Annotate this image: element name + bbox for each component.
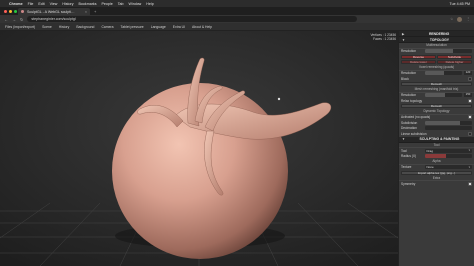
subdivide-button[interactable]: Subdivide <box>437 55 472 59</box>
subdivision-slider-fill <box>425 120 461 125</box>
voxel-resolution-slider-fill <box>425 71 444 76</box>
manifold-resolution-value[interactable]: 150 <box>464 93 472 98</box>
app-menu-tablet[interactable]: Tablet pressure <box>121 25 144 29</box>
app-menu-bar: Files (import/export) Scene History Back… <box>0 23 474 31</box>
linear-label: Linear subdivision <box>401 131 427 136</box>
resolution-label: Resolution <box>401 49 417 54</box>
back-icon[interactable]: ← <box>4 17 8 22</box>
block-label: Block <box>401 76 409 81</box>
app-menu-about[interactable]: About & Help <box>192 25 212 29</box>
voxel-resolution-slider[interactable] <box>425 71 462 76</box>
voxel-resolution-value[interactable]: 120 <box>464 71 472 76</box>
subdivision-slider[interactable] <box>425 120 472 125</box>
tool-select[interactable]: Drag ▼ <box>425 149 472 153</box>
manifold-remesh-button[interactable]: Remesh <box>401 104 472 108</box>
browser-tab[interactable]: SculptGL - A WebGL sculpti… × <box>18 8 90 15</box>
menu-file[interactable]: File <box>28 2 34 6</box>
decimation-label: Decimation <box>401 126 417 131</box>
subdivision-label: Subdivision <box>401 120 418 125</box>
expand-arrow-icon: ▼ <box>402 137 405 141</box>
menu-history[interactable]: History <box>62 2 73 6</box>
linear-checkbox[interactable] <box>468 131 472 136</box>
radius-slider-fill <box>425 154 447 159</box>
close-window-icon[interactable] <box>4 9 7 13</box>
import-alpha-button[interactable]: Import alpha tex (jpg, png...) <box>401 171 472 175</box>
menu-app-name[interactable]: Chrome <box>9 2 23 6</box>
profile-avatar[interactable] <box>457 16 463 22</box>
multires-buttons: Reverse Subdivide <box>399 54 474 60</box>
app-menu-scene[interactable]: Scene <box>42 25 52 29</box>
activated-label: Activated (no quads) <box>401 115 431 120</box>
decimation-slider[interactable] <box>425 126 472 131</box>
app-menu-files[interactable]: Files (import/export) <box>5 25 35 29</box>
symmetry-label: Symmetry <box>401 181 416 186</box>
expand-arrow-icon: ▼ <box>402 37 405 42</box>
manifold-resolution-slider[interactable] <box>425 93 462 98</box>
browser-tab-bar: SculptGL - A WebGL sculpti… × + <box>0 7 474 15</box>
app-menu-camera[interactable]: Camera <box>101 25 113 29</box>
browser-menu-icon[interactable]: ⋮ <box>466 17 470 22</box>
reverse-button[interactable]: Reverse <box>401 55 436 59</box>
menu-people[interactable]: People <box>102 2 113 6</box>
texture-label: Texture <box>401 165 412 170</box>
address-bar[interactable]: stephaneginier.com/sculptgl <box>27 16 358 22</box>
delete-lower-button[interactable]: Delete lower <box>401 60 436 64</box>
app-menu-history[interactable]: History <box>59 25 70 29</box>
menu-bookmarks[interactable]: Bookmarks <box>79 2 97 6</box>
os-menu-bar: Chrome File Edit View History Bookmarks … <box>0 0 474 7</box>
status-clock[interactable]: Tue 4:45 PM <box>450 2 470 6</box>
tab-favicon-icon <box>21 10 24 13</box>
maximize-window-icon[interactable] <box>14 9 17 13</box>
url-text: stephaneginier.com/sculptgl <box>31 17 76 21</box>
row-symmetry: Symmetry <box>399 181 474 187</box>
manifold-resolution-slider-fill <box>425 93 446 98</box>
manifold-resolution-label: Resolution <box>401 93 417 98</box>
activated-checkbox[interactable] <box>468 115 472 120</box>
menu-view[interactable]: View <box>50 2 58 6</box>
reload-icon[interactable]: ↻ <box>20 17 23 22</box>
block-checkbox[interactable] <box>468 76 472 81</box>
browser-toolbar: ← → ↻ stephaneginier.com/sculptgl ☆ ⋮ <box>0 15 474 23</box>
resolution-slider-fill <box>425 49 454 54</box>
relax-label: Relax topology <box>401 98 423 103</box>
voxel-remesh-button[interactable]: Remesh <box>401 82 472 86</box>
tab-close-icon[interactable]: × <box>85 10 87 14</box>
app-menu-language[interactable]: Language <box>151 25 166 29</box>
app-menu-background[interactable]: Background <box>76 25 94 29</box>
texture-select-value: None <box>426 165 434 170</box>
collapse-arrow-icon: ▶ <box>402 31 405 36</box>
voxel-resolution-label: Resolution <box>401 71 417 76</box>
forward-icon[interactable]: → <box>12 17 16 22</box>
bookmark-star-icon[interactable]: ☆ <box>450 17 453 22</box>
tab-title: SculptGL - A WebGL sculpti… <box>27 9 75 14</box>
symmetry-checkbox[interactable] <box>468 181 472 186</box>
new-tab-button[interactable]: + <box>90 8 100 15</box>
app-menu-extra-ui[interactable]: Extra UI <box>173 25 185 29</box>
minimize-window-icon[interactable] <box>9 9 12 13</box>
tool-label: Tool <box>401 148 407 153</box>
menu-window[interactable]: Window <box>129 2 142 6</box>
menu-edit[interactable]: Edit <box>38 2 44 6</box>
texture-select[interactable]: None ▼ <box>425 165 472 169</box>
sculpt-viewport[interactable]: Vertices : 1 23456 Faces : 1 23456 <box>0 31 398 266</box>
chevron-down-icon: ▼ <box>468 149 471 153</box>
relax-checkbox[interactable] <box>468 98 472 103</box>
mesh-stats: Vertices : 1 23456 Faces : 1 23456 <box>370 33 396 41</box>
chevron-down-icon: ▼ <box>468 165 471 169</box>
import-alpha-row: Import alpha tex (jpg, png...) <box>399 170 474 176</box>
side-panel: ▶ RENDERING ▼ TOPOLOGY Multiresolution R… <box>398 31 474 266</box>
window-controls <box>4 9 17 13</box>
stats-faces: Faces : 1 23456 <box>373 37 396 41</box>
resolution-slider[interactable] <box>425 49 472 54</box>
menu-tab[interactable]: Tab <box>118 2 124 6</box>
tool-select-value: Drag <box>426 148 434 153</box>
radius-label: Radius (X) <box>401 154 417 159</box>
delete-higher-button[interactable]: Delete higher <box>437 60 472 64</box>
viewport-canvas <box>0 31 398 266</box>
radius-slider[interactable] <box>425 154 472 159</box>
menu-help[interactable]: Help <box>146 2 153 6</box>
